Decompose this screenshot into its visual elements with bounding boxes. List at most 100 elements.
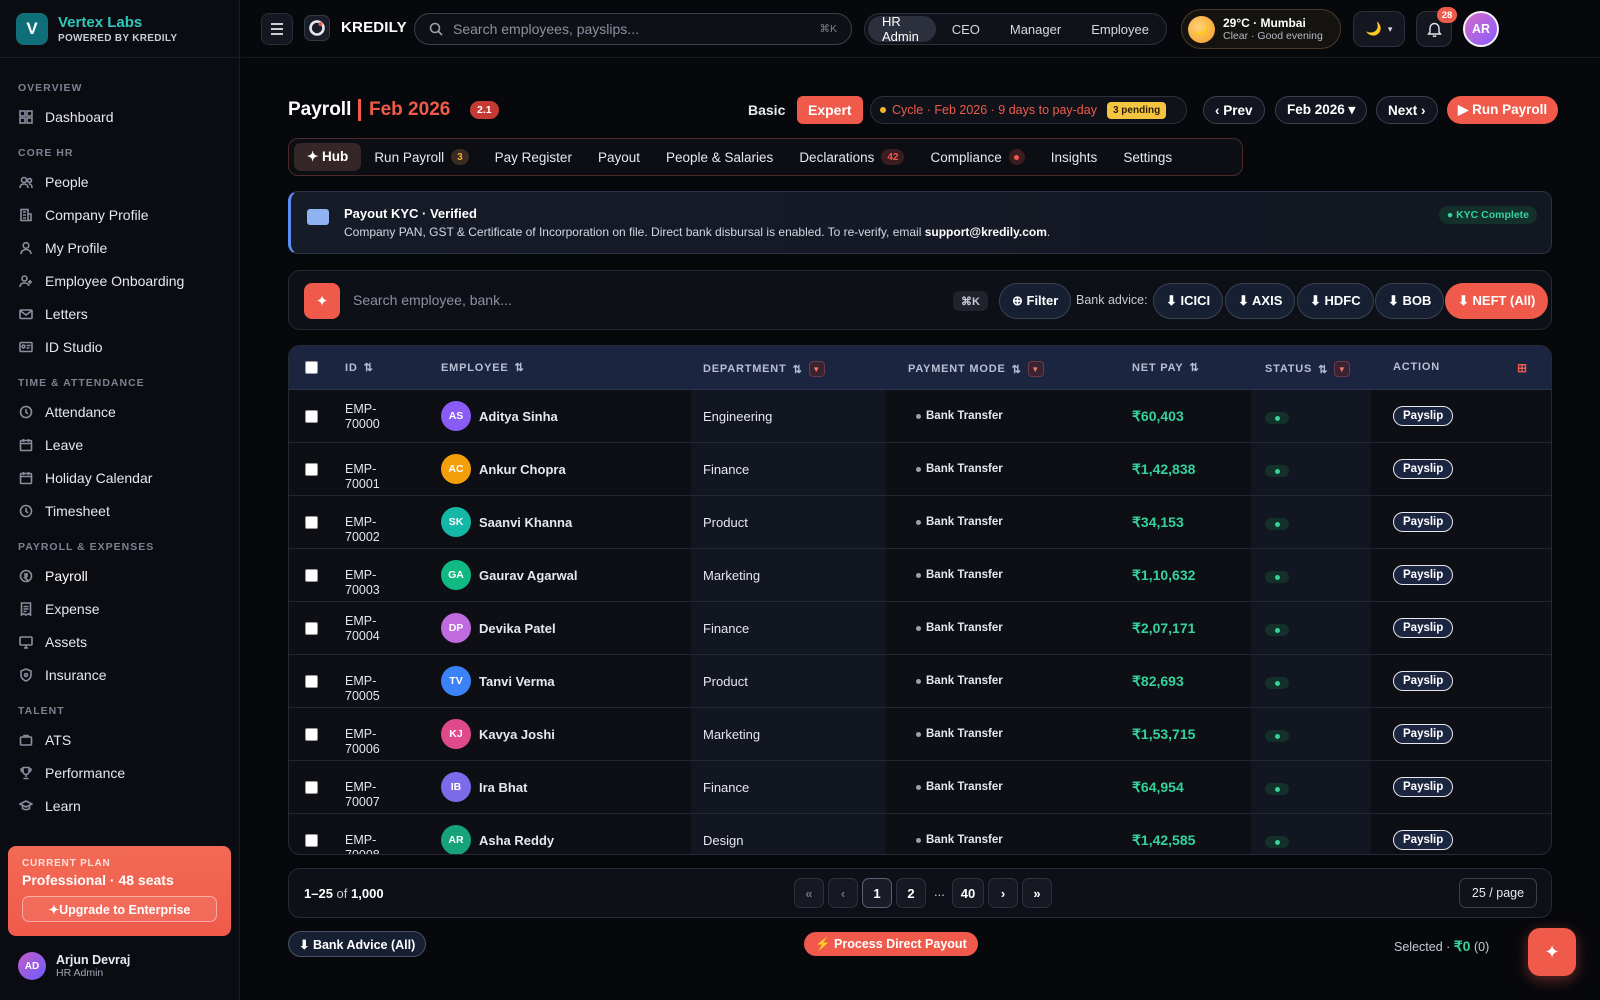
employee-cell[interactable]: TV Tanvi Verma bbox=[441, 666, 555, 696]
tab-declarations[interactable]: Declarations 42 bbox=[786, 143, 917, 171]
row-checkbox[interactable] bbox=[305, 622, 318, 635]
theme-toggle[interactable]: 🌙 ▾ bbox=[1353, 11, 1405, 47]
period-select[interactable]: Feb 2026 ▾ bbox=[1275, 96, 1368, 124]
sidebar-item-letters[interactable]: Letters bbox=[0, 297, 239, 330]
page-2-button[interactable]: 2 bbox=[896, 878, 926, 908]
page-size-select[interactable]: 25 / page bbox=[1459, 878, 1537, 908]
col-employee[interactable]: EMPLOYEE ⇅ bbox=[441, 361, 525, 375]
employee-cell[interactable]: GA Gaurav Agarwal bbox=[441, 560, 578, 590]
sidebar-item-attendance[interactable]: Attendance bbox=[0, 395, 239, 428]
table-row[interactable]: EMP-70002 SK Saanvi Khanna Product Bank Tran… bbox=[289, 496, 1551, 549]
table-row[interactable]: EMP-70006 KJ Kavya Joshi Marketing Bank Tran… bbox=[289, 708, 1551, 761]
row-checkbox[interactable] bbox=[305, 675, 318, 688]
sidebar-item-leave[interactable]: Leave bbox=[0, 428, 239, 461]
bank-neft-all-button[interactable]: ⬇ NEFT (All) bbox=[1445, 283, 1549, 319]
payslip-button[interactable]: Payslip bbox=[1393, 459, 1454, 479]
row-checkbox[interactable] bbox=[305, 569, 318, 582]
bank-icici-button[interactable]: ⬇ ICICI bbox=[1153, 283, 1224, 319]
col-id[interactable]: ID ⇅ bbox=[345, 361, 374, 375]
col-status[interactable]: STATUS ⇅ ▼ bbox=[1265, 361, 1351, 377]
payslip-button[interactable]: Payslip bbox=[1393, 406, 1454, 426]
tab-payout[interactable]: Payout bbox=[585, 143, 653, 171]
tab-people-salaries[interactable]: People & Salaries bbox=[653, 143, 786, 171]
filter-icon[interactable]: ▼ bbox=[808, 361, 825, 377]
prev-button[interactable]: ‹ Prev bbox=[1203, 96, 1265, 124]
upgrade-button[interactable]: ✦Upgrade to Enterprise bbox=[22, 896, 217, 922]
process-direct-payout-button[interactable]: ⚡ Process Direct Payout bbox=[804, 932, 978, 956]
table-row[interactable]: EMP-70005 TV Tanvi Verma Product Bank Transf… bbox=[289, 655, 1551, 708]
row-checkbox[interactable] bbox=[305, 728, 318, 741]
row-checkbox[interactable] bbox=[305, 516, 318, 529]
sidebar-item-employee-onboarding[interactable]: Employee Onboarding bbox=[0, 264, 239, 297]
employee-cell[interactable]: DP Devika Patel bbox=[441, 613, 556, 643]
role-employee[interactable]: Employee bbox=[1077, 16, 1163, 42]
menu-button[interactable] bbox=[261, 13, 293, 45]
search-input[interactable]: Search employees, payslips... bbox=[453, 21, 809, 37]
employee-cell[interactable]: IB Ira Bhat bbox=[441, 772, 527, 802]
first-page-button[interactable]: « bbox=[794, 878, 824, 908]
employee-search-input[interactable]: Search employee, bank... bbox=[353, 292, 512, 308]
tab-settings[interactable]: Settings bbox=[1110, 143, 1185, 171]
sidebar-item-holiday-calendar[interactable]: Holiday Calendar bbox=[0, 461, 239, 494]
payslip-button[interactable]: Payslip bbox=[1393, 777, 1454, 797]
bank-axis-button[interactable]: ⬇ AXIS bbox=[1225, 283, 1296, 319]
table-row[interactable]: EMP-70000 AS Aditya Sinha Engineering Bank T… bbox=[289, 390, 1551, 443]
payslip-button[interactable]: Payslip bbox=[1393, 618, 1454, 638]
payslip-button[interactable]: Payslip bbox=[1393, 512, 1454, 532]
ai-sparkle-button[interactable]: ✦ bbox=[304, 283, 340, 319]
role-hr-admin[interactable]: HR Admin bbox=[868, 14, 936, 44]
col-payment-mode[interactable]: PAYMENT MODE ⇅ ▼ bbox=[908, 361, 1044, 377]
employee-cell[interactable]: AC Ankur Chopra bbox=[441, 454, 566, 484]
bank-bob-button[interactable]: ⬇ BOB bbox=[1375, 283, 1445, 319]
employee-cell[interactable]: SK Saanvi Khanna bbox=[441, 507, 572, 537]
table-row[interactable]: EMP-70007 IB Ira Bhat Finance Bank Transfer ₹… bbox=[289, 761, 1551, 814]
ai-assistant-fab[interactable]: ✦ bbox=[1528, 928, 1576, 976]
table-row[interactable]: EMP-70003 GA Gaurav Agarwal Marketing Bank T… bbox=[289, 549, 1551, 602]
sidebar-item-my-profile[interactable]: My Profile bbox=[0, 231, 239, 264]
employee-cell[interactable]: KJ Kavya Joshi bbox=[441, 719, 555, 749]
tab-compliance[interactable]: Compliance bbox=[917, 143, 1037, 171]
page-40-button[interactable]: 40 bbox=[952, 878, 984, 908]
table-row[interactable]: EMP-70004 DP Devika Patel Finance Bank Trans… bbox=[289, 602, 1551, 655]
role-manager[interactable]: Manager bbox=[996, 16, 1075, 42]
sidebar-item-assets[interactable]: Assets bbox=[0, 625, 239, 658]
sidebar-item-performance[interactable]: Performance bbox=[0, 756, 239, 789]
mode-expert[interactable]: Expert bbox=[797, 96, 863, 124]
next-page-button[interactable]: › bbox=[988, 878, 1018, 908]
sidebar-item-ats[interactable]: ATS bbox=[0, 723, 239, 756]
tab-run-payroll[interactable]: Run Payroll 3 bbox=[361, 143, 481, 171]
bank-advice-all-button[interactable]: ⬇ Bank Advice (All) bbox=[288, 931, 427, 957]
filter-button[interactable]: ⊕ Filter bbox=[999, 283, 1072, 319]
global-search[interactable]: Search employees, payslips... ⌘K bbox=[414, 13, 852, 45]
filter-icon[interactable]: ▼ bbox=[1027, 361, 1044, 377]
row-checkbox[interactable] bbox=[305, 410, 318, 423]
payslip-button[interactable]: Payslip bbox=[1393, 724, 1454, 744]
tab-insights[interactable]: Insights bbox=[1038, 143, 1111, 171]
employee-cell[interactable]: AS Aditya Sinha bbox=[441, 401, 558, 431]
last-page-button[interactable]: » bbox=[1022, 878, 1052, 908]
weather-widget[interactable]: 🌙 29°C · Mumbai Clear · Good evening bbox=[1181, 9, 1341, 49]
sidebar-item-timesheet[interactable]: Timesheet bbox=[0, 494, 239, 527]
row-checkbox[interactable] bbox=[305, 463, 318, 476]
bank-hdfc-button[interactable]: ⬇ HDFC bbox=[1297, 283, 1374, 319]
employee-cell[interactable]: AR Asha Reddy bbox=[441, 825, 554, 854]
role-ceo[interactable]: CEO bbox=[938, 16, 994, 42]
sidebar-item-company-profile[interactable]: Company Profile bbox=[0, 198, 239, 231]
sidebar-item-learn[interactable]: Learn bbox=[0, 789, 239, 822]
sidebar-item-payroll[interactable]: Payroll bbox=[0, 559, 239, 592]
col-department[interactable]: DEPARTMENT ⇅ ▼ bbox=[703, 361, 825, 377]
user-avatar[interactable]: AR bbox=[1463, 11, 1499, 47]
tab-hub[interactable]: ✦ Hub bbox=[294, 143, 362, 171]
sidebar-item-insurance[interactable]: Insurance bbox=[0, 658, 239, 691]
next-button[interactable]: Next › bbox=[1376, 96, 1438, 124]
user-profile[interactable]: AD Arjun Devraj HR Admin bbox=[18, 952, 130, 980]
row-checkbox[interactable] bbox=[305, 781, 318, 794]
sidebar-item-expense[interactable]: Expense bbox=[0, 592, 239, 625]
select-all-checkbox[interactable] bbox=[305, 361, 318, 374]
payslip-button[interactable]: Payslip bbox=[1393, 830, 1454, 850]
table-row[interactable]: EMP-70008 AR Asha Reddy Design Bank Transfer… bbox=[289, 814, 1551, 854]
support-email-link[interactable]: support@kredily.com bbox=[925, 225, 1047, 239]
sidebar-item-people[interactable]: People bbox=[0, 165, 239, 198]
tab-pay-register[interactable]: Pay Register bbox=[482, 143, 585, 171]
table-row[interactable]: EMP-70001 AC Ankur Chopra Finance Bank Trans… bbox=[289, 443, 1551, 496]
